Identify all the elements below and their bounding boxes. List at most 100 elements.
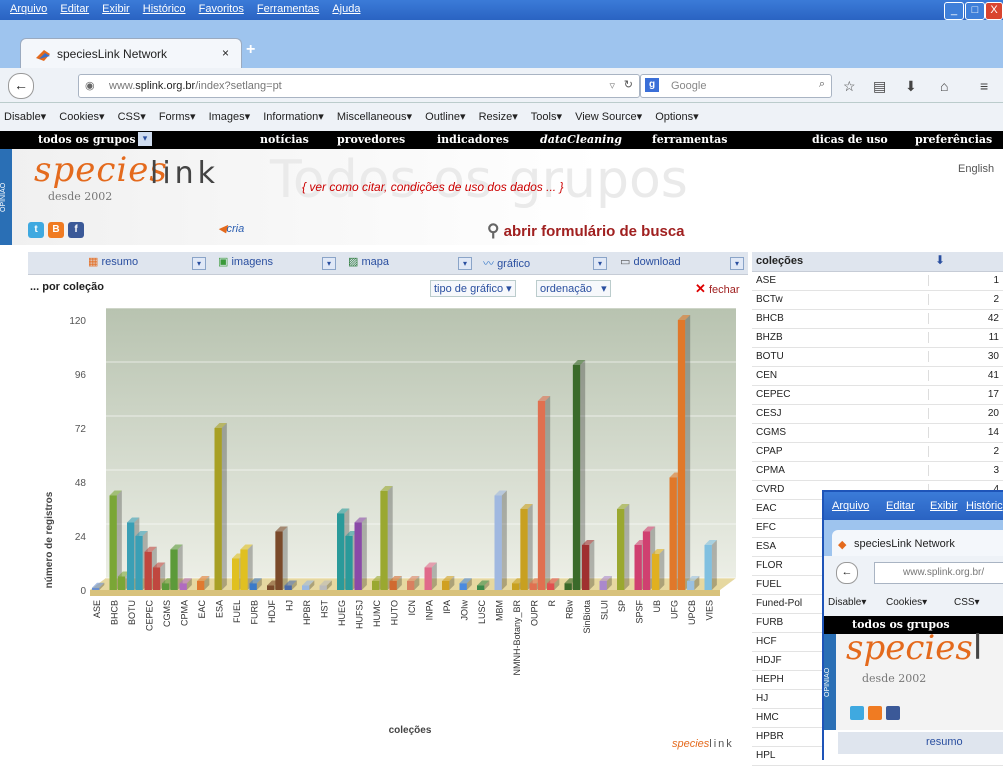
overlay-menu-arquivo[interactable]: Arquivo — [832, 500, 869, 512]
download-control[interactable]: ▭ download ▾ — [620, 255, 744, 271]
table-header-download-icon[interactable]: ⬇ — [935, 253, 945, 267]
new-tab-button[interactable]: + — [246, 41, 255, 59]
dev-tools[interactable]: Tools▾ — [531, 110, 562, 123]
maximize-button[interactable]: □ — [965, 2, 985, 20]
x-tick-label: FURB — [249, 600, 259, 625]
minimize-button[interactable]: _ — [944, 2, 964, 20]
browser-tab[interactable]: speciesLink Network × — [20, 38, 242, 69]
menu-editar[interactable]: Editar — [60, 3, 89, 15]
dev-images[interactable]: Images▾ — [209, 110, 251, 123]
overlay-tab[interactable]: ◆ speciesLink Network — [832, 530, 1003, 558]
nav-provedores[interactable]: provedores — [337, 133, 405, 146]
blogger-icon[interactable]: B — [48, 222, 64, 238]
overlay-facebook-icon[interactable] — [886, 706, 900, 720]
url-text: www.splink.org.br/index?setlang=pt — [109, 80, 282, 92]
overlay-twitter-icon[interactable] — [850, 706, 864, 720]
dev-resize[interactable]: Resize▾ — [479, 110, 518, 123]
menu-ajuda[interactable]: Ajuda — [332, 3, 360, 15]
table-row[interactable]: CEN 41 — [752, 367, 1003, 386]
reload-icon[interactable]: ↻ — [624, 78, 633, 91]
table-row[interactable]: BHZB 11 — [752, 329, 1003, 348]
overlay-resumo-control[interactable]: resumo — [926, 736, 963, 748]
overlay-url-bar[interactable]: www.splink.org.br/ — [874, 562, 1003, 584]
dev-cookies[interactable]: Cookies▾ — [59, 110, 104, 123]
resumo-control[interactable]: ▦ resumo ▾ — [88, 255, 206, 271]
close-chart-button[interactable]: ✕ fechar — [695, 281, 740, 297]
menu-hamburger-icon[interactable]: ≡ — [980, 78, 988, 94]
cite-link[interactable]: { ver como citar, condições de uso dos d… — [302, 180, 564, 194]
twitter-icon[interactable]: t — [28, 222, 44, 238]
grupos-dropdown-icon[interactable]: ▾ — [138, 132, 152, 146]
dropdown-arrow-icon[interactable]: ▿ — [609, 79, 615, 92]
dev-css[interactable]: CSS▾ — [118, 110, 146, 123]
dev-information[interactable]: Information▾ — [263, 110, 324, 123]
nav-datacleaning[interactable]: dataCleaning — [540, 133, 622, 146]
close-window-button[interactable]: X — [985, 2, 1003, 20]
star-icon[interactable]: ☆ — [843, 78, 856, 95]
grupos-select[interactable]: todos os grupos — [38, 133, 136, 146]
menu-exibir[interactable]: Exibir — [102, 3, 130, 15]
overlay-browser-window[interactable]: Arquivo Editar Exibir Históric ◆ species… — [822, 490, 1003, 760]
search-icon[interactable]: ⌕ — [819, 78, 825, 91]
dev-disable[interactable]: Disable▾ — [4, 110, 46, 123]
overlay-back-arrow-icon[interactable]: ← — [836, 562, 858, 584]
ordering-select[interactable]: ordenação ▾ — [536, 280, 611, 297]
facebook-icon[interactable]: f — [68, 222, 84, 238]
overlay-dev-cookies[interactable]: Cookies▾ — [886, 597, 927, 608]
dev-outline[interactable]: Outline▾ — [425, 110, 465, 123]
table-row[interactable]: CGMS 14 — [752, 424, 1003, 443]
menu-favoritos[interactable]: Favoritos — [199, 3, 244, 15]
reading-list-icon[interactable]: ▤ — [873, 78, 886, 95]
menu-historico[interactable]: Histórico — [143, 3, 186, 15]
nav-preferencias[interactable]: preferências — [915, 133, 992, 146]
table-row[interactable]: CPMA 3 — [752, 462, 1003, 481]
bar-SinBiota — [582, 545, 590, 590]
menu-arquivo[interactable]: Arquivo — [10, 3, 47, 15]
home-icon[interactable]: ⌂ — [940, 78, 948, 94]
chart-type-select[interactable]: tipo de gráfico ▾ — [430, 280, 516, 297]
table-header-collections[interactable]: coleções — [756, 255, 803, 267]
overlay-blogger-icon[interactable] — [868, 706, 882, 720]
tab-close-icon[interactable]: × — [222, 46, 229, 60]
overlay-menu-editar[interactable]: Editar — [886, 500, 915, 512]
dev-miscellaneous[interactable]: Miscellaneous▾ — [337, 110, 412, 123]
table-row[interactable]: BCTw 2 — [752, 291, 1003, 310]
x-tick-label: SP — [617, 600, 627, 612]
table-row[interactable]: ASE 1 — [752, 272, 1003, 291]
x-tick-label: HDJF — [267, 600, 277, 623]
opiniao-tab[interactable]: OPINIÃO — [0, 149, 12, 245]
menu-ferramentas[interactable]: Ferramentas — [257, 3, 319, 15]
dev-view-source[interactable]: View Source▾ — [575, 110, 642, 123]
table-row[interactable]: BOTU 30 — [752, 348, 1003, 367]
overlay-dev-disable[interactable]: Disable▾ — [828, 597, 866, 608]
nav-dicas-de-uso[interactable]: dicas de uso — [812, 133, 888, 146]
overlay-opiniao-tab[interactable]: OPINIÃO — [824, 634, 836, 730]
search-bar[interactable]: g Google ⌕ — [640, 74, 832, 98]
table-row[interactable]: CEPEC 17 — [752, 386, 1003, 405]
dev-forms[interactable]: Forms▾ — [159, 110, 196, 123]
overlay-dev-css[interactable]: CSS▾ — [954, 597, 980, 608]
x-tick-label: JOIw — [459, 600, 469, 621]
bar-HUEG — [337, 513, 345, 590]
mapa-control[interactable]: ▨ mapa ▾ — [348, 255, 472, 271]
english-link[interactable]: English — [958, 163, 994, 175]
table-row[interactable]: CPAP 2 — [752, 443, 1003, 462]
nav-noticias[interactable]: notícias — [260, 133, 309, 146]
collection-name: BOTU — [756, 351, 784, 362]
search-form-link[interactable]: ⚲ abrir formulário de busca — [487, 221, 685, 241]
bar-HJ — [284, 585, 292, 590]
overlay-menu-exibir[interactable]: Exibir — [930, 500, 958, 512]
imagens-control[interactable]: ▣ imagens ▾ — [218, 255, 336, 271]
table-row[interactable]: BHCB 42 — [752, 310, 1003, 329]
grafico-control[interactable]: 〰 gráfico ▾ — [483, 255, 607, 271]
overlay-menu-historico[interactable]: Históric — [966, 500, 1003, 512]
url-bar[interactable]: ◉ www.splink.org.br/index?setlang=pt ▿ ↻ — [78, 74, 640, 98]
nav-ferramentas[interactable]: ferramentas — [652, 133, 728, 146]
dev-options[interactable]: Options▾ — [655, 110, 698, 123]
nav-indicadores[interactable]: indicadores — [437, 133, 509, 146]
table-row[interactable]: CESJ 20 — [752, 405, 1003, 424]
x-tick-label: HUFSJ — [354, 600, 364, 629]
download-arrow-icon[interactable]: ⬇ — [905, 78, 917, 95]
bar-LUSC — [477, 585, 485, 590]
back-arrow-icon[interactable]: ← — [8, 73, 34, 99]
